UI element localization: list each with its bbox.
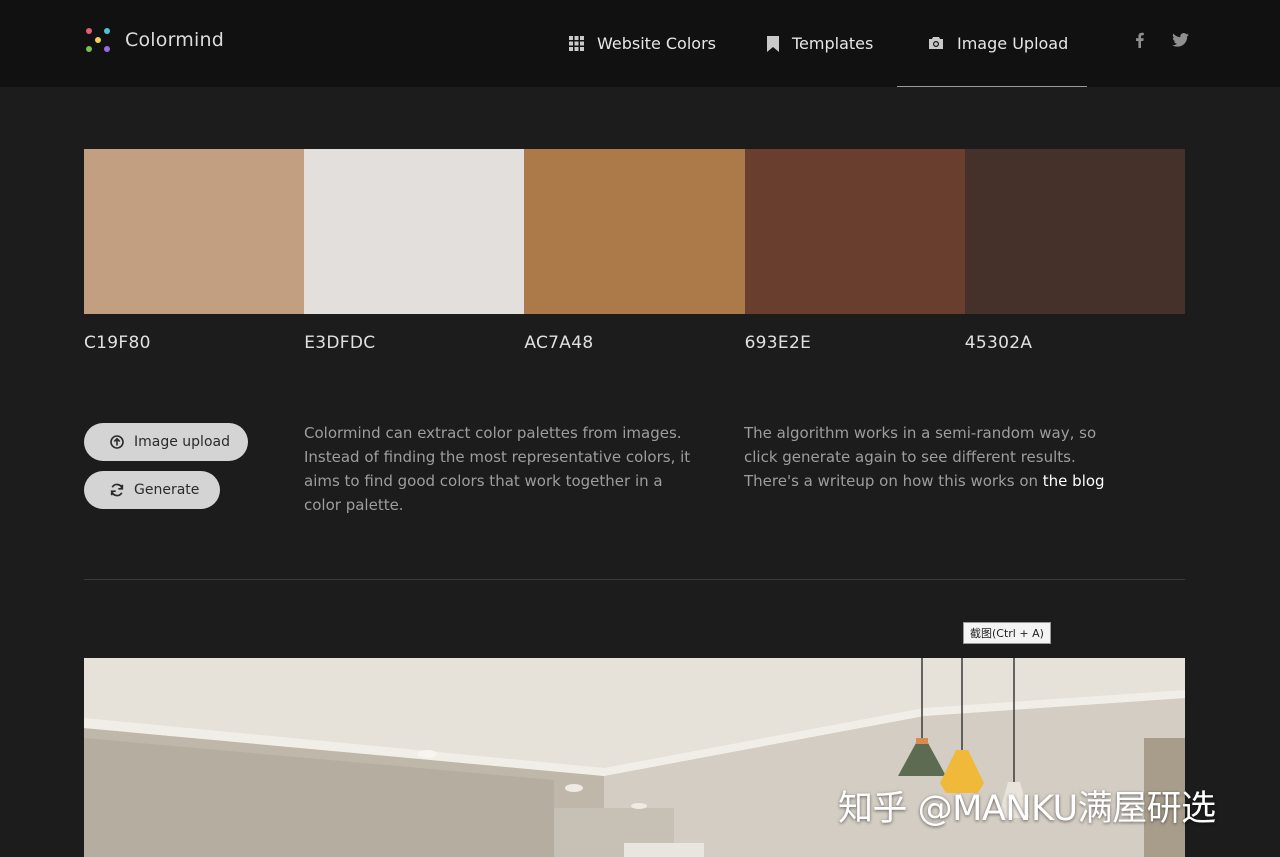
screenshot-tooltip: 截图(Ctrl + A)	[963, 622, 1051, 644]
watermark-text: 知乎 @MANKU满屋研选	[838, 789, 1216, 829]
image-upload-button[interactable]: Image upload	[84, 423, 248, 461]
nav-label: Templates	[792, 34, 874, 53]
nav-image-upload[interactable]: Image Upload	[897, 0, 1087, 87]
bookmark-icon	[767, 35, 779, 52]
app-name: Colormind	[125, 29, 224, 51]
color-swatch[interactable]	[304, 149, 525, 314]
hex-code[interactable]: E3DFDC	[304, 333, 524, 353]
hex-code[interactable]: C19F80	[84, 333, 304, 353]
facebook-icon[interactable]	[1130, 30, 1148, 50]
hex-code[interactable]: 693E2E	[745, 333, 965, 353]
twitter-icon[interactable]	[1171, 30, 1189, 50]
generate-button[interactable]: Generate	[84, 471, 220, 509]
description-extract: Colormind can extract color palettes fro…	[304, 424, 691, 514]
color-swatch[interactable]	[744, 149, 965, 314]
colormind-logo-icon	[84, 26, 112, 54]
section-divider	[84, 579, 1185, 580]
nav-website-colors[interactable]: Website Colors	[569, 0, 716, 87]
grid-icon	[569, 36, 584, 51]
color-swatch[interactable]	[84, 149, 305, 314]
generate-label: Generate	[134, 482, 200, 498]
description-algorithm: The algorithm works in a semi-random way…	[744, 421, 1128, 493]
refresh-icon	[110, 483, 124, 497]
color-swatch[interactable]	[524, 149, 745, 314]
color-palette	[84, 149, 1185, 314]
color-swatch[interactable]	[964, 149, 1185, 314]
nav-label: Website Colors	[597, 34, 716, 53]
top-navbar: Colormind Website Colors Templates Image…	[0, 0, 1280, 87]
image-upload-label: Image upload	[134, 434, 230, 450]
nav-templates[interactable]: Templates	[767, 0, 873, 87]
logo[interactable]: Colormind	[84, 26, 224, 54]
hex-labels: C19F80 E3DFDC AC7A48 693E2E 45302A	[84, 333, 1185, 353]
hex-code[interactable]: 45302A	[965, 333, 1185, 353]
camera-icon	[928, 36, 944, 50]
hex-code[interactable]: AC7A48	[524, 333, 744, 353]
nav-label: Image Upload	[957, 33, 1069, 53]
upload-icon	[110, 435, 124, 449]
blog-link[interactable]: the blog	[1043, 472, 1105, 490]
